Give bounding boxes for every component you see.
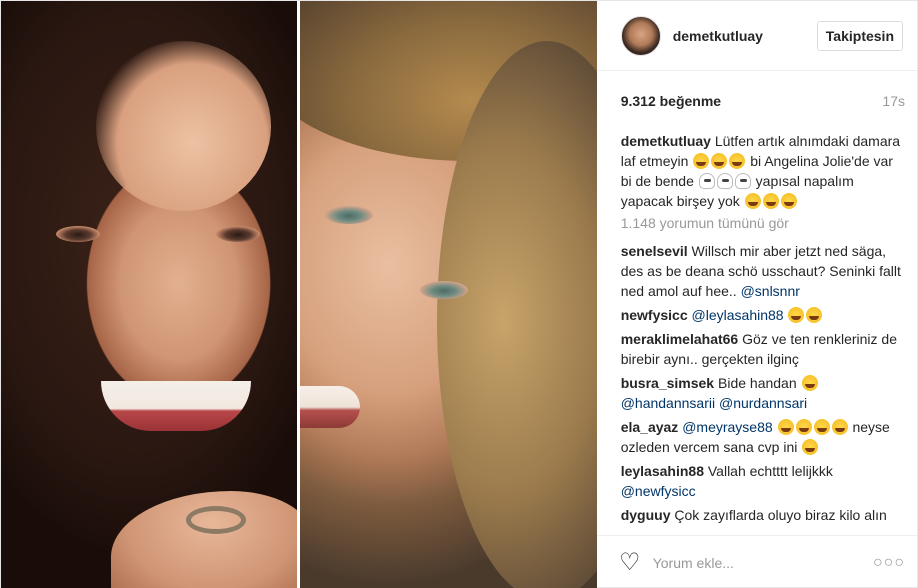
comments-list: demetkutluay Lütfen artık alnımdaki dama… <box>597 131 917 535</box>
comment-item: senelsevil Willsch mir aber jetzt ned sä… <box>621 241 903 301</box>
post-footer: ♡ ○○○ <box>596 535 917 588</box>
tears-of-joy-emoji-icon <box>801 375 818 391</box>
post-sidebar: demetkutluay Takiptesin 9.312 beğenme 17… <box>596 1 917 588</box>
post-media <box>1 1 597 588</box>
tears-of-joy-emoji-icon <box>788 307 805 323</box>
comment-item: busra_simsek Bide handan @handannsarii @… <box>621 373 903 413</box>
comment-item: meraklimelahat66 Göz ve ten renkleriniz … <box>621 329 903 369</box>
photo-right-eye <box>325 206 374 224</box>
comment-mention[interactable]: @newfysicc <box>621 483 696 499</box>
comment-text: Çok zayıflarda oluyo biraz kilo alın <box>674 507 887 523</box>
post-time[interactable]: 17s <box>882 93 905 109</box>
comment-mention[interactable]: @leylasahin88 <box>692 307 784 323</box>
tears-of-joy-emoji-icon <box>729 153 746 169</box>
tears-of-joy-emoji-icon <box>831 419 848 435</box>
tears-of-joy-emoji-icon <box>813 419 830 435</box>
comment-item: newfysicc @leylasahin88 <box>621 305 903 325</box>
tears-of-joy-emoji-icon <box>711 153 728 169</box>
photo-left-ring <box>186 506 246 534</box>
comment-username[interactable]: leylasahin88 <box>621 463 704 479</box>
photo-left-eye <box>216 226 260 242</box>
more-options-icon[interactable]: ○○○ <box>873 554 905 572</box>
comment-text: Bide handan <box>718 375 797 391</box>
ghost-emoji-icon <box>734 173 751 189</box>
heart-outline-icon[interactable]: ♡ <box>619 550 641 574</box>
likes-count[interactable]: 9.312 beğenme <box>621 93 721 109</box>
comment-item: ela_ayaz @meyrayse88 neyse ozleden verce… <box>621 417 903 457</box>
tears-of-joy-emoji-icon <box>802 439 819 455</box>
ghost-emoji-icon <box>716 173 733 189</box>
comment-item: dyguuy Çok zayıflarda oluyo biraz kilo a… <box>621 505 903 525</box>
tears-of-joy-emoji-icon <box>762 193 779 209</box>
photo-left-smile <box>101 381 251 431</box>
tears-of-joy-emoji-icon <box>693 153 710 169</box>
comment-username[interactable]: senelsevil <box>621 243 688 259</box>
comment-username[interactable]: ela_ayaz <box>621 419 679 435</box>
tears-of-joy-emoji-icon <box>806 307 823 323</box>
avatar[interactable] <box>620 15 661 56</box>
add-comment-input[interactable] <box>652 554 853 571</box>
instagram-post: demetkutluay Takiptesin 9.312 beğenme 17… <box>0 0 918 588</box>
tears-of-joy-emoji-icon <box>744 193 761 209</box>
comment-username[interactable]: dyguuy <box>621 507 671 523</box>
comment-mention[interactable]: @meyrayse88 <box>682 419 772 435</box>
ghost-emoji-icon <box>698 173 715 189</box>
following-button[interactable]: Takiptesin <box>816 20 903 51</box>
tears-of-joy-emoji-icon <box>780 193 797 209</box>
photo-right <box>300 1 597 588</box>
view-all-comments-link[interactable]: 1.148 yorumun tümünü gör <box>621 215 903 231</box>
comment-username[interactable]: meraklimelahat66 <box>621 331 739 347</box>
comment-mention[interactable]: @handannsarii @nurdannsari <box>621 395 807 411</box>
photo-left-forehead <box>96 41 271 211</box>
comment-username[interactable]: newfysicc <box>621 307 688 323</box>
post-meta: 9.312 beğenme 17s <box>597 71 917 131</box>
photo-left-eye <box>56 226 100 242</box>
tears-of-joy-emoji-icon <box>795 419 812 435</box>
post-header: demetkutluay Takiptesin <box>596 1 917 71</box>
photo-left-hand <box>111 491 298 588</box>
comment-item: leylasahin88 Vallah echtttt lelijkkk @ne… <box>621 461 903 501</box>
comment-username[interactable]: busra_simsek <box>621 375 714 391</box>
caption-username[interactable]: demetkutluay <box>621 133 711 149</box>
photo-right-smile <box>300 386 361 428</box>
comment-mention[interactable]: @snlsnnr <box>741 283 800 299</box>
photo-left <box>1 1 298 588</box>
username-link[interactable]: demetkutluay <box>673 28 763 44</box>
comment-text: Vallah echtttt lelijkkk <box>707 463 833 479</box>
tears-of-joy-emoji-icon <box>777 419 794 435</box>
caption: demetkutluay Lütfen artık alnımdaki dama… <box>621 131 903 211</box>
